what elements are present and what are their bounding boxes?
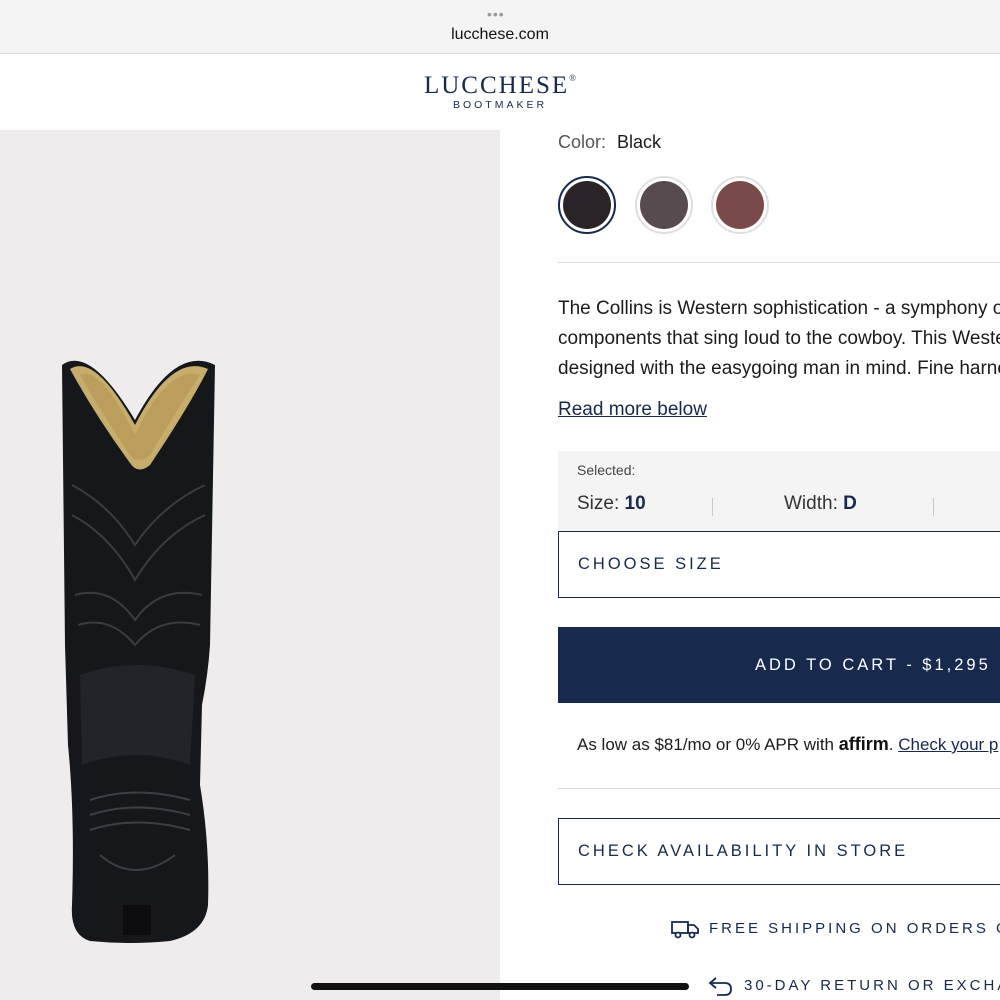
check-availability-button[interactable]: CHECK AVAILABILITY IN STORE — [558, 818, 1000, 885]
separator — [933, 498, 934, 516]
affirm-financing: As low as $81/mo or 0% APR with affirm. … — [577, 734, 999, 754]
free-shipping-text: FREE SHIPPING ON ORDERS OVEI — [709, 920, 1000, 937]
logo-name: LUCCHESE — [423, 72, 570, 99]
swatch-brown[interactable] — [711, 176, 769, 234]
affirm-logo: affirm — [838, 734, 889, 754]
color-selection: Color: Black — [558, 132, 661, 153]
selected-label: Selected: — [577, 462, 636, 478]
width-label: Width: — [784, 493, 838, 514]
product-image-panel[interactable] — [0, 130, 500, 1000]
size-value: 10 — [624, 493, 646, 514]
size-label: Size: — [577, 493, 620, 514]
affirm-check-link[interactable]: Check your p — [898, 735, 998, 754]
boot-image — [62, 360, 215, 944]
selected-options: Selected: Size: 10 Width: D — [558, 451, 1000, 531]
affirm-text: As low as $81/mo or 0% APR with — [577, 735, 835, 754]
choose-size-button[interactable]: CHOOSE SIZE — [558, 531, 1000, 598]
return-policy-text: 30-DAY RETURN OR EXCHANG — [744, 977, 1000, 994]
add-to-cart-button[interactable]: ADD TO CART - $1,295 — [558, 627, 1000, 703]
description-line: designed with the easygoing man in mind.… — [558, 358, 1000, 379]
product-details: Color: Black The Collins is Western soph… — [558, 130, 1000, 1000]
return-arrow-icon — [708, 977, 732, 996]
home-indicator[interactable] — [311, 983, 689, 990]
read-more-link[interactable]: Read more below — [558, 399, 707, 421]
browser-address-bar: ••• lucchese.com — [0, 0, 1000, 54]
divider — [558, 262, 1000, 263]
registered-mark: ® — [569, 73, 577, 83]
selected-size: Size: 10 — [577, 493, 646, 515]
selected-width: Width: D — [784, 493, 857, 515]
separator — [712, 498, 713, 516]
product-description: The Collins is Western sophistication - … — [558, 294, 1000, 384]
truck-icon — [671, 921, 699, 939]
color-value: Black — [617, 132, 662, 152]
site-logo[interactable]: LUCCHESE® — [0, 72, 1000, 100]
logo-tagline: BOOTMAKER — [452, 99, 548, 111]
browser-url[interactable]: lucchese.com — [0, 26, 1000, 44]
swatch-chocolate[interactable] — [635, 176, 693, 234]
swatch-black[interactable] — [558, 176, 616, 234]
more-dots-icon[interactable]: ••• — [487, 7, 505, 21]
color-label: Color: — [558, 132, 607, 152]
divider — [558, 788, 1000, 789]
site-header: LUCCHESE® BOOTMAKER — [0, 54, 1000, 130]
description-line: The Collins is Western sophistication - … — [558, 298, 1000, 319]
width-value: D — [843, 493, 857, 514]
description-line: components that sing loud to the cowboy.… — [558, 328, 1000, 349]
